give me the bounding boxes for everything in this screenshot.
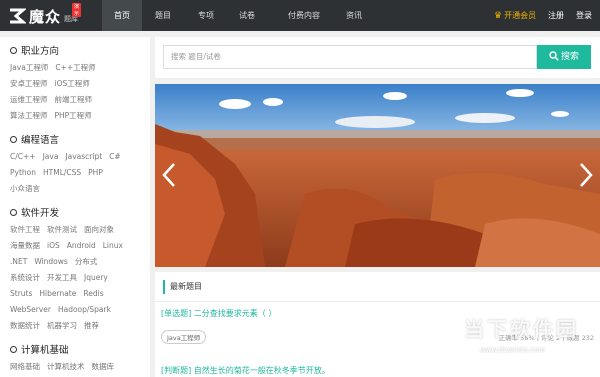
nav-paid-content[interactable]: 付费内容 [274,0,334,31]
tag-network-basics[interactable]: 网络基础 [10,362,40,371]
tag-dotnet[interactable]: .NET [10,257,27,266]
section-title: 软件开发 [10,205,150,219]
tag-php[interactable]: PHP [88,168,103,177]
tag-software-testing[interactable]: 软件测试 [47,225,77,234]
tag-android-engineer[interactable]: 安卓工程师 [10,79,48,88]
section-languages: 编程语言 C/C++ Java Javascript C# Python HTML/CS… [10,132,150,197]
tag-niche-languages[interactable]: 小众语言 [10,184,40,193]
tag-struts[interactable]: Struts [10,289,32,298]
tag-python[interactable]: Python [10,168,36,177]
nav-special[interactable]: 专项 [186,0,226,31]
watermark-logo-icon [418,307,458,349]
register-link[interactable]: 注册 [548,0,564,31]
search-button-label: 搜索 [560,52,579,62]
tag-big-data[interactable]: 海量数据 [10,241,40,250]
tag-javascript[interactable]: Javascript [65,152,102,161]
search-button[interactable]: 搜索 [537,45,591,69]
tag-java[interactable]: Java [43,152,59,161]
nav-home[interactable]: 首页 [102,0,142,31]
section-title: 职业方向 [10,43,150,57]
section-software-dev: 软件开发 软件工程 软件测试 面向对象 海量数据 iOS Android Linux .N… [10,205,150,334]
tag-dev-tools[interactable]: 开发工具 [47,273,77,282]
section-header: 最新题目 [163,280,202,294]
crown-icon: ♛ [494,11,503,21]
tag-recommendation[interactable]: 推荐 [84,321,99,330]
tag-computer-tech[interactable]: 计算机技术 [47,362,85,371]
question-link[interactable]: [判断题] 自然生长的菊花一般在秋冬季节开放。 [161,365,330,376]
search-bar: 搜索 题目/试卷 搜索 [155,37,600,78]
tag-c-cpp[interactable]: C/C++ [10,152,36,161]
tag-ios[interactable]: iOS [47,241,60,250]
logo[interactable]: 魔众 题库 演示 [8,3,82,27]
tag-hadoop-spark[interactable]: Hadoop/Spark [58,305,111,314]
tag-linux[interactable]: Linux [103,241,123,250]
tag-cpp-engineer[interactable]: C++工程师 [55,63,95,72]
watermark: 当下软件园 www.downxia.com [418,303,600,377]
section-cs-basics: 计算机基础 网络基础 计算机技术 数据库 [10,342,150,375]
nav-questions[interactable]: 题目 [143,0,183,31]
tag-csharp[interactable]: C# [109,152,121,161]
tag-database[interactable]: 数据库 [92,362,115,371]
watermark-text: 当下软件园 [464,317,579,341]
tag-distributed[interactable]: 分布式 [75,257,98,266]
tag-redis[interactable]: Redis [83,289,103,298]
logo-text: 魔众 [29,7,62,26]
question-tag[interactable]: Java工程师 [161,330,207,344]
carousel-prev-icon[interactable] [160,160,180,190]
section-title: 编程语言 [10,132,150,146]
tag-windows[interactable]: Windows [34,257,67,266]
nav-papers[interactable]: 试卷 [227,0,267,31]
question-link[interactable]: [单选题] 二分查找要求元素（ ） [161,308,276,319]
tag-android[interactable]: Android [67,241,96,250]
tag-hibernate[interactable]: Hibernate [39,289,76,298]
circle-icon [10,208,17,216]
circle-icon [10,345,17,353]
logo-mark-icon [10,8,26,24]
carousel-next-icon[interactable] [575,160,595,190]
tag-system-design[interactable]: 系统设计 [10,273,40,282]
tag-webserver[interactable]: WebServer [10,305,51,314]
vip-label: 开通会员 [504,11,537,20]
banner-carousel[interactable] [155,84,600,267]
tag-ops-engineer[interactable]: 运维工程师 [10,95,48,104]
vip-link[interactable]: ♛ 开通会员 [494,0,536,31]
divider [155,301,600,302]
tag-ios-engineer[interactable]: iOS工程师 [55,79,90,88]
nav-news[interactable]: 资讯 [334,0,374,31]
watermark-url: www.downxia.com [480,346,546,354]
tag-oop[interactable]: 面向对象 [84,225,114,234]
section-title: 计算机基础 [10,342,150,356]
banner-image [155,84,600,267]
tag-data-statistics[interactable]: 数据统计 [10,321,40,330]
section-career: 职业方向 Java工程师 C++工程师 安卓工程师 iOS工程师 运维工程师 前端工程… [10,43,150,124]
circle-icon [10,135,17,143]
demo-badge: 演示 [72,3,82,17]
tag-java-engineer[interactable]: Java工程师 [10,63,48,72]
top-nav: 魔众 题库 演示 首页 题目 专项 试卷 付费内容 资讯 ♛ 开通会员 注册 登录 [0,0,600,31]
tag-software-engineering[interactable]: 软件工程 [10,225,40,234]
tag-jquery[interactable]: Jquery [84,273,108,282]
circle-icon [10,46,17,54]
tag-html-css[interactable]: HTML/CSS [43,168,81,177]
tag-php-engineer[interactable]: PHP工程师 [55,111,92,120]
tag-machine-learning[interactable]: 机器学习 [47,321,77,330]
login-link[interactable]: 登录 [576,0,592,31]
tag-algorithm-engineer[interactable]: 算法工程师 [10,111,48,120]
tag-frontend-engineer[interactable]: 前端工程师 [55,95,93,104]
search-input[interactable]: 搜索 题目/试卷 [163,45,537,69]
category-sidebar: 职业方向 Java工程师 C++工程师 安卓工程师 iOS工程师 运维工程师 前端工程… [0,37,150,377]
search-icon [549,51,559,61]
